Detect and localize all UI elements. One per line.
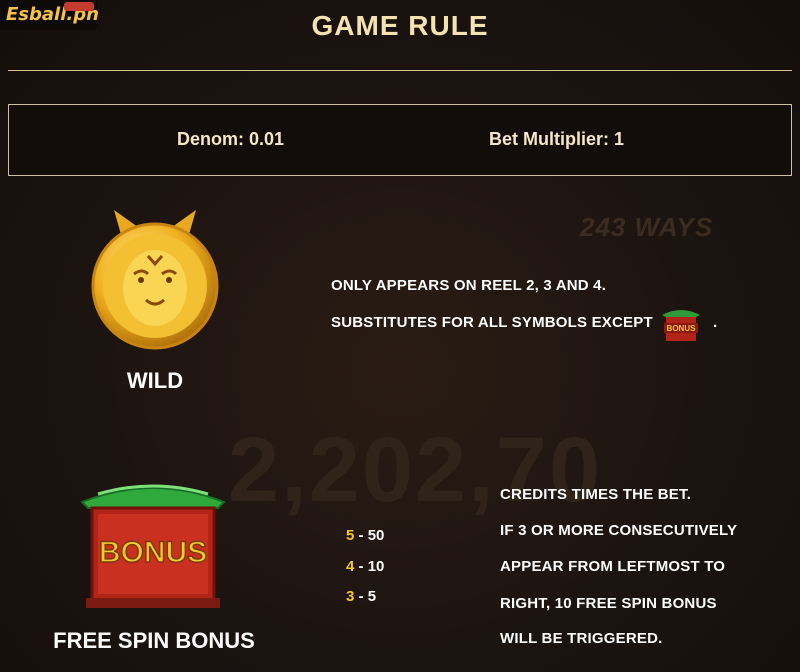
payout-value: 10 xyxy=(367,558,385,575)
bet-info-panel: Denom: 0.01 Bet Multiplier: 1 xyxy=(8,104,792,176)
payout-value: 50 xyxy=(367,527,385,544)
payout-sep: - xyxy=(354,527,368,544)
payout-sep: - xyxy=(354,558,368,575)
wild-label: WILD xyxy=(126,368,184,393)
bonus-desc-line4: RIGHT, 10 FREE SPIN BONUS xyxy=(500,595,717,612)
mini-bonus-icon: BONUS xyxy=(662,310,700,341)
wild-desc-line2-end: . xyxy=(713,314,718,331)
payout-value: 5 xyxy=(367,588,377,605)
wild-desc-line2: SUBSTITUTES FOR ALL SYMBOLS EXCEPT xyxy=(331,314,653,331)
tiger-coin-icon xyxy=(91,210,219,350)
bonus-desc-line3: APPEAR FROM LEFTMOST TO xyxy=(500,558,726,575)
mini-bonus-text: BONUS xyxy=(667,324,697,333)
payout-sep: - xyxy=(354,588,368,605)
title-divider xyxy=(8,70,792,71)
payout-row-5: 5 - 50 xyxy=(346,527,384,544)
payout-row-4: 4 - 10 xyxy=(346,558,384,575)
background-ways-text: 243 WAYS xyxy=(580,212,714,242)
background-amount-text: 2,202,70 xyxy=(228,419,603,521)
free-spin-bonus-label: FREE SPIN BONUS xyxy=(53,628,255,653)
bonus-gate-icon: BONUS xyxy=(80,484,226,608)
wild-desc-line1: ONLY APPEARS ON REEL 2, 3 AND 4. xyxy=(331,277,607,294)
payout-row-3: 3 - 5 xyxy=(346,588,376,605)
bonus-desc-line1: CREDITS TIMES THE BET. xyxy=(500,486,692,503)
bet-multiplier-label: Bet Multiplier: 1 xyxy=(489,129,625,149)
bonus-desc-line5: WILL BE TRIGGERED. xyxy=(500,630,663,647)
denom-label: Denom: 0.01 xyxy=(177,129,285,149)
bonus-desc-line2: IF 3 OR MORE CONSECUTIVELY xyxy=(500,522,738,539)
page-title: GAME RULE xyxy=(311,10,489,41)
bonus-icon-text: BONUS xyxy=(99,536,207,569)
